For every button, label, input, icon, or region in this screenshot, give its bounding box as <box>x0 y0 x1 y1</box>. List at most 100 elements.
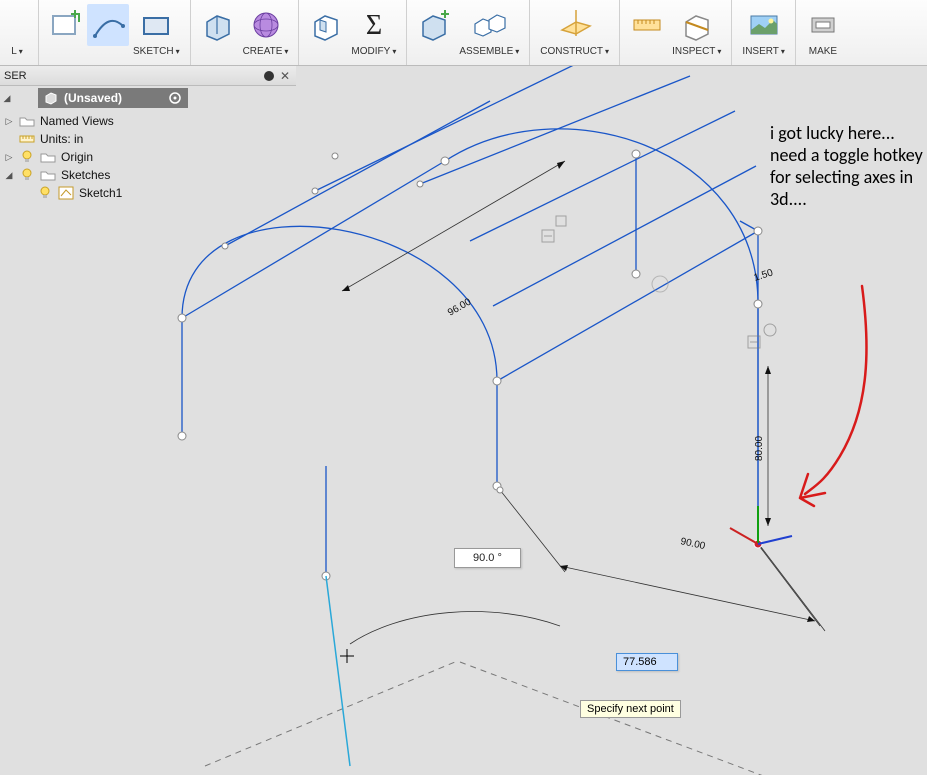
construct-label: CONSTRUCT <box>540 46 603 57</box>
origin-node[interactable]: ▷ Origin <box>0 148 200 166</box>
annotation-text: i got lucky here... need a toggle hotkey… <box>770 122 923 210</box>
angle-readout: 90.0 ° <box>454 548 521 568</box>
measure-icon <box>630 8 664 42</box>
dim-line <box>560 566 815 621</box>
insert-button[interactable]: INSERT▾ <box>738 4 789 59</box>
parameters-button[interactable]: Σ MODIFY▾ <box>347 4 400 59</box>
tooltip-text: Specify next point <box>587 703 674 715</box>
close-icon[interactable]: ✕ <box>280 69 290 83</box>
sketches-node[interactable]: ◢ Sketches <box>0 166 200 184</box>
sketch1-node[interactable]: ▷ Sketch1 <box>0 184 200 202</box>
minimize-icon[interactable] <box>264 71 274 81</box>
sketch-create-button[interactable] <box>45 4 87 46</box>
arrowhead-icon <box>765 366 771 526</box>
dim-80: 80.00 <box>754 436 765 461</box>
dim-line <box>342 161 565 291</box>
chevron-down-icon: ▾ <box>284 47 288 56</box>
origin-label: Origin <box>61 150 93 164</box>
expander-icon[interactable]: ◢ <box>2 93 12 103</box>
make-icon <box>806 8 840 42</box>
named-views-node[interactable]: ▷ Named Views <box>0 112 200 130</box>
assemble-new-button[interactable] <box>413 4 455 46</box>
make-group: MAKE <box>796 0 850 65</box>
insert-group: INSERT▾ <box>732 0 796 65</box>
units-node[interactable]: ▷ Units: in <box>0 130 200 148</box>
folder-icon <box>40 150 56 164</box>
sketch-group: SKETCH▾ <box>39 0 191 65</box>
create-group: CREATE▾ <box>191 0 300 65</box>
lightbulb-icon[interactable] <box>19 150 35 164</box>
dim-90: 90.00 <box>679 536 706 552</box>
chevron-down-icon: ▾ <box>392 47 396 56</box>
component-icon <box>44 91 58 105</box>
assemble-group: ASSEMBLE▾ <box>407 0 530 65</box>
panel-title: SER <box>4 70 27 82</box>
dim-1-50: 1.50 <box>753 267 775 284</box>
folder-icon <box>19 114 35 128</box>
construction-line <box>460 662 870 775</box>
chevron-down-icon: ▾ <box>19 47 23 56</box>
constraint-glyphs <box>542 216 776 348</box>
modify-group: Σ MODIFY▾ <box>299 0 407 65</box>
assemble-new-icon <box>417 8 451 42</box>
line-arc-icon <box>91 8 125 42</box>
sketches-label: Sketches <box>61 168 110 182</box>
ribbon-toolbar: L▾ <box>0 0 927 66</box>
modify-label: MODIFY <box>351 46 390 57</box>
inspect-group: INSPECT▾ <box>620 0 732 65</box>
expander-icon[interactable]: ◢ <box>4 170 14 180</box>
panel-button-group: L▾ <box>0 0 39 65</box>
browser-tree: ◢ (Unsaved) ▷ Named Views ▷ Units: in ▷ … <box>0 86 200 202</box>
create-label: CREATE <box>243 46 283 57</box>
sketch-geometry <box>182 66 758 576</box>
chevron-down-icon: ▾ <box>176 47 180 56</box>
section-icon <box>680 8 714 42</box>
presspull-button[interactable] <box>305 4 347 46</box>
revolve-button[interactable]: CREATE▾ <box>239 4 293 59</box>
construct-button[interactable]: CONSTRUCT▾ <box>536 4 613 59</box>
angle-arc <box>350 612 560 644</box>
joint-icon <box>472 8 506 42</box>
browser-panel-header: SER ✕ <box>0 66 296 86</box>
inspect-label: INSPECT <box>672 46 715 57</box>
dimension-input[interactable] <box>617 654 677 670</box>
angle-value: 90.0 ° <box>473 552 502 564</box>
chevron-down-icon: ▾ <box>515 47 519 56</box>
lightbulb-icon[interactable] <box>37 186 53 200</box>
root-label: (Unsaved) <box>64 91 122 105</box>
chevron-down-icon: ▾ <box>717 47 721 56</box>
section-button[interactable]: INSPECT▾ <box>668 4 725 59</box>
panel-icon <box>6 14 28 36</box>
sketch-line-button[interactable] <box>87 4 129 46</box>
active-line <box>326 576 350 766</box>
measure-button[interactable] <box>626 4 668 46</box>
folder-icon <box>40 168 56 182</box>
extrude-button[interactable] <box>197 4 239 46</box>
rect-icon <box>139 8 173 42</box>
active-dimension-input[interactable] <box>616 653 678 671</box>
sketch-new-icon <box>49 8 83 42</box>
crosshair-icon <box>340 649 354 663</box>
expander-icon[interactable]: ▷ <box>4 116 14 126</box>
sketch-label: SKETCH <box>133 46 174 57</box>
construction-line <box>205 662 455 766</box>
sketch-rect-button[interactable]: SKETCH▾ <box>129 4 184 59</box>
annotation-arrow <box>800 286 867 506</box>
ruler-icon <box>19 132 35 146</box>
sphere-grid-icon <box>249 8 283 42</box>
assemble-label: ASSEMBLE <box>459 46 513 57</box>
lightbulb-icon[interactable] <box>19 168 35 182</box>
panel-dropdown[interactable]: L▾ <box>2 4 32 59</box>
root-node[interactable]: (Unsaved) <box>38 88 188 108</box>
arrowhead-icon <box>560 565 815 622</box>
make-button[interactable]: MAKE <box>802 4 844 59</box>
joint-button[interactable]: ASSEMBLE▾ <box>455 4 523 59</box>
origin-triad <box>730 506 792 548</box>
insert-label: INSERT <box>742 46 779 57</box>
sketch-points <box>178 150 762 580</box>
make-label: MAKE <box>809 46 837 57</box>
dim-96: 96.00 <box>446 296 474 318</box>
expander-icon[interactable]: ▷ <box>4 152 14 162</box>
user-annotation: i got lucky here... need a toggle hotkey… <box>770 122 927 210</box>
construct-group: CONSTRUCT▾ <box>530 0 620 65</box>
